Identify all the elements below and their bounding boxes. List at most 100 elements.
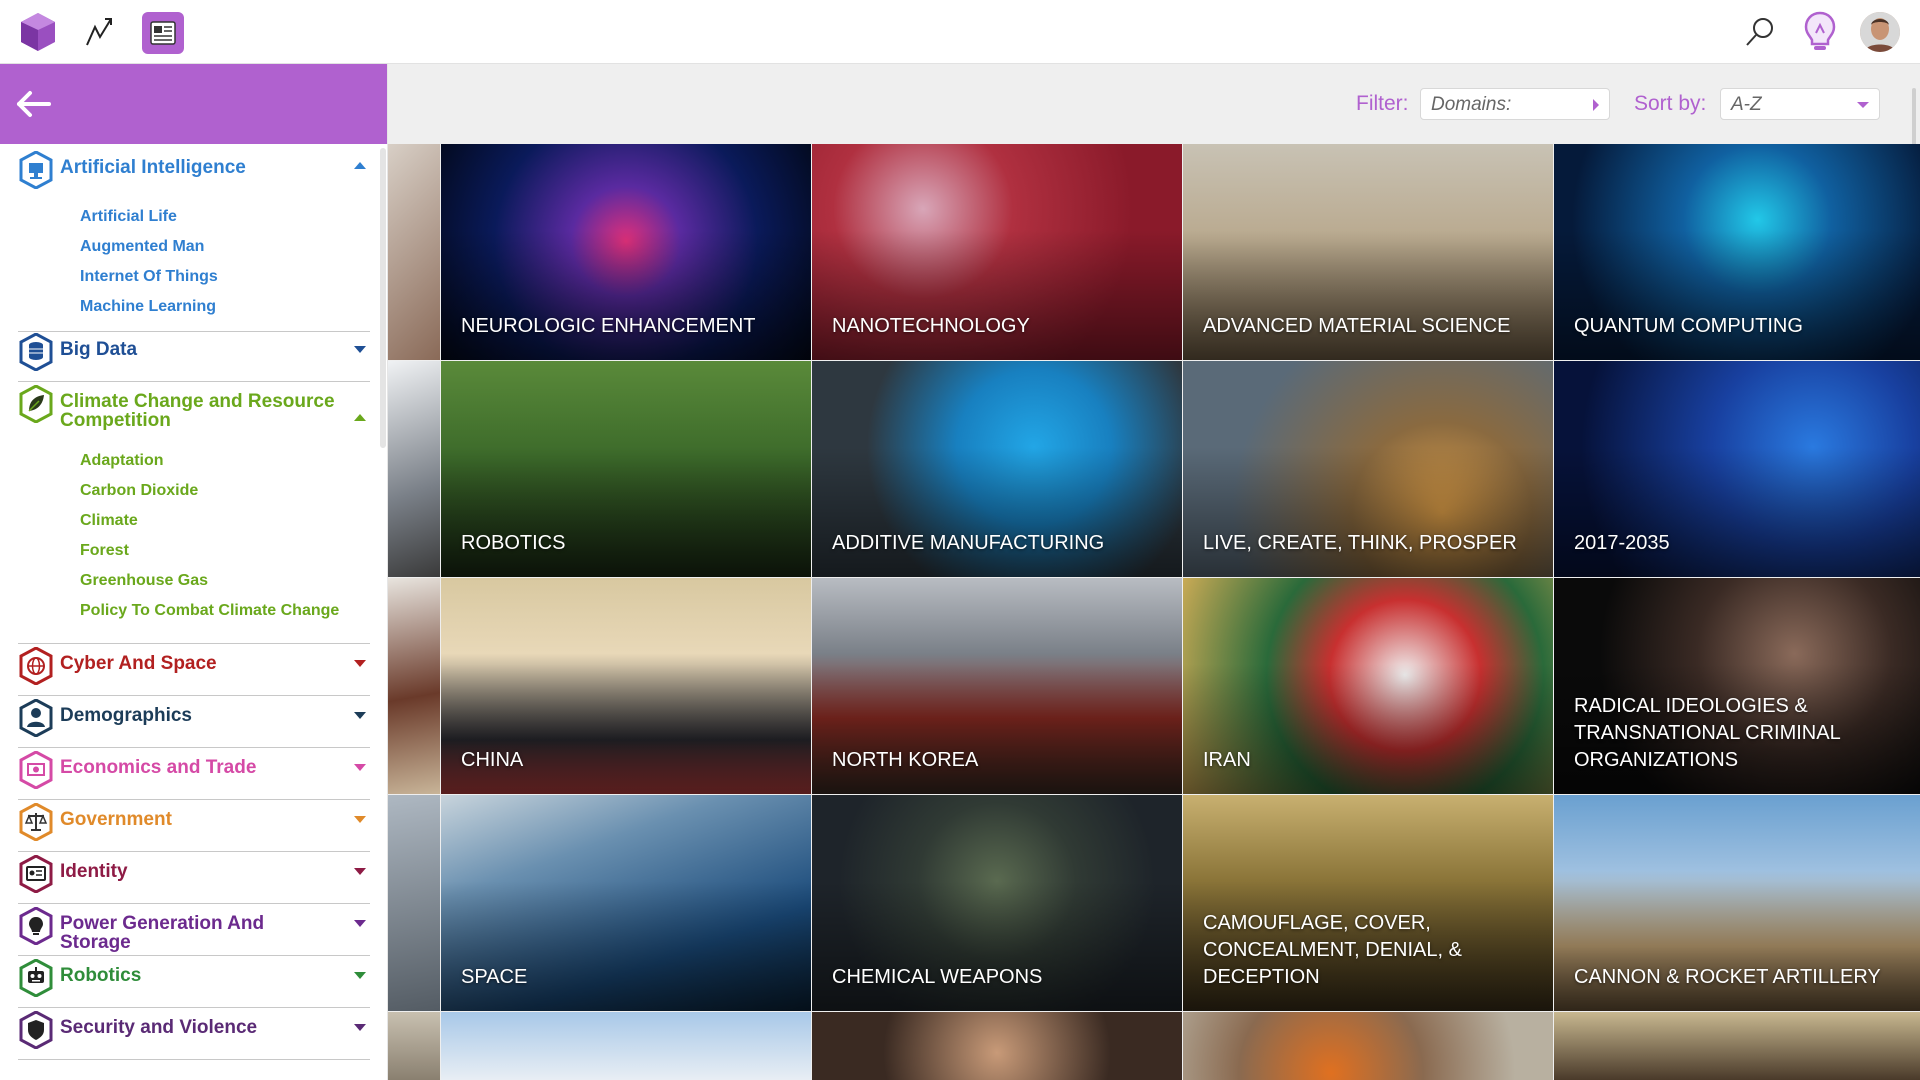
- filter-label: Filter:: [1356, 92, 1409, 115]
- sort-label: Sort by:: [1634, 92, 1707, 115]
- subitem-machine-learning[interactable]: Machine Learning: [80, 292, 370, 322]
- subitem-policy-to-combat-climate-change[interactable]: Policy To Combat Climate Change: [80, 596, 370, 626]
- expand-caret-icon[interactable]: [354, 816, 366, 823]
- id-card-icon: [18, 854, 54, 894]
- tile-partial[interactable]: [388, 1012, 440, 1080]
- subitem-internet-of-things[interactable]: Internet Of Things: [80, 262, 370, 292]
- topic-tile[interactable]: QUANTUM COMPUTING: [1554, 144, 1920, 360]
- tile-shade: [441, 230, 811, 360]
- tile-partial[interactable]: [388, 361, 440, 577]
- category-title: Artificial Intelligence: [60, 157, 246, 178]
- tile-label: CANNON & ROCKET ARTILLERY: [1574, 966, 1881, 988]
- shield-icon: [18, 1010, 54, 1050]
- tile-label: CHINA: [461, 749, 524, 771]
- subitem-greenhouse-gas[interactable]: Greenhouse Gas: [80, 566, 370, 596]
- category-header[interactable]: Cyber And Space: [18, 647, 370, 686]
- topic-tile[interactable]: SPACE: [441, 795, 811, 1011]
- tile-label: QUANTUM COMPUTING: [1574, 315, 1803, 337]
- collapse-caret-icon[interactable]: [354, 414, 366, 421]
- category-header[interactable]: Robotics: [18, 959, 370, 998]
- expand-caret-icon[interactable]: [354, 660, 366, 667]
- topic-tile[interactable]: [812, 1012, 1182, 1080]
- category-header[interactable]: Climate Change and Resource Competition: [18, 385, 370, 430]
- tile-partial[interactable]: [388, 795, 440, 1011]
- topic-tile[interactable]: CHINA: [441, 578, 811, 794]
- topic-tile[interactable]: 2017-2035: [1554, 361, 1920, 577]
- subitem-forest[interactable]: Forest: [80, 536, 370, 566]
- subitem-list: Adaptation Carbon Dioxide Climate Forest…: [80, 446, 370, 626]
- expand-caret-icon[interactable]: [354, 868, 366, 875]
- topic-tile[interactable]: CAMOUFLAGE, COVER, CONCEALMENT, DENIAL, …: [1183, 795, 1553, 1011]
- expand-caret-icon[interactable]: [354, 712, 366, 719]
- category-identity: Identity: [18, 855, 370, 904]
- expand-caret-icon[interactable]: [354, 1024, 366, 1031]
- arrow-left-icon: [17, 91, 51, 117]
- domains-filter-select[interactable]: Domains:: [1420, 88, 1610, 120]
- category-header[interactable]: Power Generation And Storage: [18, 907, 370, 952]
- sidebar-scrollbar[interactable]: [380, 148, 386, 448]
- topic-tile[interactable]: ADDITIVE MANUFACTURING: [812, 361, 1182, 577]
- lightbulb-icon[interactable]: [1800, 10, 1840, 54]
- topic-tile[interactable]: ROBOTICS: [441, 361, 811, 577]
- topic-tile[interactable]: [1183, 1012, 1553, 1080]
- back-button[interactable]: [0, 64, 387, 144]
- tile-label: CAMOUFLAGE, COVER, CONCEALMENT, DENIAL, …: [1203, 912, 1462, 988]
- subitem-augmented-man[interactable]: Augmented Man: [80, 232, 370, 262]
- collapse-caret-icon[interactable]: [354, 162, 366, 169]
- tile-partial[interactable]: [388, 144, 440, 360]
- category-header[interactable]: Identity: [18, 855, 370, 894]
- topic-tile[interactable]: RADICAL IDEOLOGIES & TRANSNATIONAL CRIMI…: [1554, 578, 1920, 794]
- tile-image: [1554, 1012, 1920, 1080]
- category-header[interactable]: Economics and Trade: [18, 751, 370, 790]
- sort-select[interactable]: A-Z: [1720, 88, 1880, 120]
- topic-tile[interactable]: ADVANCED MATERIAL SCIENCE: [1183, 144, 1553, 360]
- computer-monitor-icon: [18, 150, 54, 190]
- topic-tile[interactable]: [1554, 1012, 1920, 1080]
- topic-tile[interactable]: IRAN: [1183, 578, 1553, 794]
- category-artificial-intelligence: Artificial Intelligence Artificial Life …: [18, 151, 370, 332]
- subitem-climate[interactable]: Climate: [80, 506, 370, 536]
- expand-caret-icon[interactable]: [354, 972, 366, 979]
- topic-tile[interactable]: NORTH KOREA: [812, 578, 1182, 794]
- category-header[interactable]: Security and Violence: [18, 1011, 370, 1050]
- money-icon: [18, 750, 54, 790]
- category-header[interactable]: Demographics: [18, 699, 370, 738]
- expand-caret-icon[interactable]: [354, 920, 366, 927]
- trend-chart-icon[interactable]: [80, 12, 120, 52]
- category-power-generation: Power Generation And Storage: [18, 907, 370, 956]
- category-header[interactable]: Big Data: [18, 333, 370, 372]
- topic-tile[interactable]: [441, 1012, 811, 1080]
- tile-shade: [1554, 230, 1920, 360]
- tile-shade: [812, 447, 1182, 577]
- subitem-carbon-dioxide[interactable]: Carbon Dioxide: [80, 476, 370, 506]
- subitem-artificial-life[interactable]: Artificial Life: [80, 202, 370, 232]
- app-window: Artificial Intelligence Artificial Life …: [0, 0, 1920, 1080]
- robot-icon: [18, 958, 54, 998]
- category-header[interactable]: Government: [18, 803, 370, 842]
- topic-tile[interactable]: NEUROLOGIC ENHANCEMENT: [441, 144, 811, 360]
- category-cyber-and-space: Cyber And Space: [18, 647, 370, 696]
- topic-tile[interactable]: LIVE, CREATE, THINK, PROSPER: [1183, 361, 1553, 577]
- topic-tile[interactable]: NANOTECHNOLOGY: [812, 144, 1182, 360]
- scales-icon: [18, 802, 54, 842]
- subitem-adaptation[interactable]: Adaptation: [80, 446, 370, 476]
- news-icon[interactable]: [142, 12, 184, 54]
- expand-caret-icon[interactable]: [354, 346, 366, 353]
- expand-caret-icon[interactable]: [354, 764, 366, 771]
- logo-gem-icon[interactable]: [16, 10, 60, 54]
- topic-tile[interactable]: CHEMICAL WEAPONS: [812, 795, 1182, 1011]
- tile-shade: [1554, 881, 1920, 1011]
- tile-label: RADICAL IDEOLOGIES & TRANSNATIONAL CRIMI…: [1574, 695, 1840, 771]
- topic-tile[interactable]: CANNON & ROCKET ARTILLERY: [1554, 795, 1920, 1011]
- tile-label: CHEMICAL WEAPONS: [832, 966, 1043, 988]
- tile-partial[interactable]: [388, 578, 440, 794]
- database-icon: [18, 332, 54, 372]
- tile-shade: [812, 230, 1182, 360]
- tile-shade: [441, 447, 811, 577]
- category-title: Government: [60, 809, 172, 830]
- top-bar: [0, 0, 1920, 64]
- category-economics-and-trade: Economics and Trade: [18, 751, 370, 800]
- user-avatar[interactable]: [1860, 12, 1900, 52]
- search-icon[interactable]: [1740, 12, 1780, 52]
- category-header[interactable]: Artificial Intelligence: [18, 151, 370, 190]
